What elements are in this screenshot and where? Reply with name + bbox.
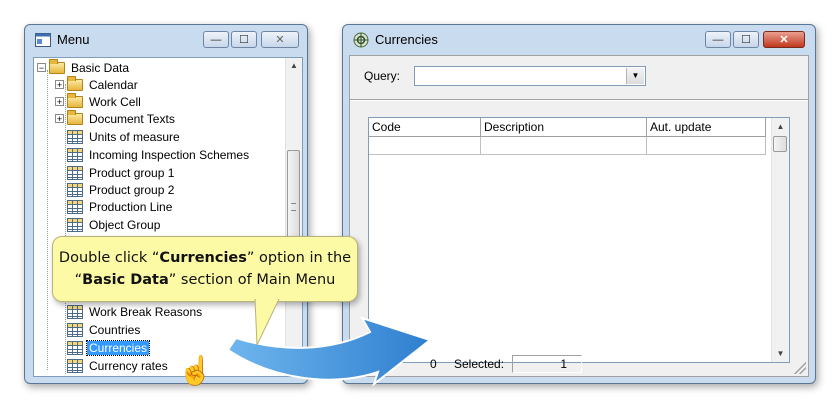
- grid-cell[interactable]: [369, 137, 481, 155]
- tree-item-label: Currencies: [85, 339, 151, 356]
- column-header-aut-update[interactable]: Aut. update: [647, 118, 766, 137]
- record-count: 0: [430, 357, 437, 371]
- scroll-down-icon[interactable]: ▼: [286, 360, 302, 376]
- hand-cursor-icon: ☝: [178, 355, 213, 386]
- tree-item-label: Object Group: [89, 217, 161, 232]
- callout-text: ” option in the: [246, 250, 352, 266]
- grid-cell[interactable]: [481, 137, 647, 155]
- resize-grip-icon[interactable]: [794, 362, 806, 374]
- tree-item-label: Countries: [89, 322, 141, 337]
- tree-item-object-group[interactable]: Object Group: [67, 216, 162, 233]
- tree-item-countries[interactable]: Countries: [67, 321, 142, 338]
- query-dropdown[interactable]: ▼: [414, 66, 646, 86]
- currencies-body: Query: ▼ Code Description Aut. update ▲ …: [349, 55, 809, 377]
- tree-item-label: Currency rates: [89, 358, 168, 373]
- tree-item-product-group-2[interactable]: Product group 2: [67, 181, 176, 198]
- divider: [350, 99, 808, 101]
- folder-open-icon: [49, 58, 65, 74]
- folder-icon: [67, 75, 83, 91]
- folder-icon: [67, 109, 83, 125]
- tree-item-incoming-inspection-schemes[interactable]: Incoming Inspection Schemes: [67, 146, 251, 163]
- tree-item-currency-rates[interactable]: Currency rates: [67, 357, 170, 374]
- currencies-window: Currencies — ☐ ✕ Query: ▼ Code Descripti…: [342, 24, 816, 384]
- column-header-description[interactable]: Description: [481, 118, 647, 137]
- tree-item-label: Work Break Reasons: [89, 304, 203, 319]
- table-icon: [67, 304, 83, 319]
- tree-item-work-cell[interactable]: + Work Cell: [55, 92, 143, 110]
- minimize-button[interactable]: —: [705, 31, 731, 48]
- minimize-icon: —: [210, 33, 222, 46]
- collapse-icon[interactable]: −: [37, 63, 46, 73]
- callout-pointer: [254, 299, 280, 346]
- table-icon: [67, 147, 83, 162]
- maximize-icon: ☐: [239, 34, 249, 46]
- tree-item-label: Document Texts: [89, 111, 175, 126]
- menu-titlebar[interactable]: Menu — ☐ ✕: [25, 25, 307, 53]
- column-header-code[interactable]: Code: [369, 118, 481, 137]
- grid-scrollbar[interactable]: ▲ ▼: [771, 118, 789, 362]
- selected-count: 1: [512, 355, 582, 373]
- query-label: Query:: [364, 69, 401, 83]
- currencies-window-icon: [353, 32, 369, 48]
- minimize-icon: —: [712, 33, 724, 46]
- tree-item-production-line[interactable]: Production Line: [67, 198, 174, 215]
- tree-item-label: Calendar: [89, 77, 138, 92]
- tree-item-work-break-reasons[interactable]: Work Break Reasons: [67, 303, 204, 320]
- tree-item-product-group-1[interactable]: Product group 1: [67, 164, 176, 181]
- tree-item-label: Basic Data: [71, 60, 130, 75]
- close-icon: ✕: [275, 34, 285, 46]
- expand-icon[interactable]: +: [55, 80, 64, 90]
- tree-item-label: Production Line: [89, 199, 173, 214]
- chevron-down-icon[interactable]: ▼: [626, 68, 644, 84]
- instruction-callout: Double click “Currencies” option in the …: [52, 236, 358, 346]
- currencies-titlebar[interactable]: Currencies — ☐ ✕: [343, 25, 815, 53]
- tree-item-label: Work Cell: [89, 94, 141, 109]
- maximize-button[interactable]: ☐: [231, 31, 257, 48]
- expand-icon[interactable]: +: [55, 97, 64, 107]
- tree-item-label: Incoming Inspection Schemes: [89, 147, 250, 162]
- table-icon: [67, 340, 83, 355]
- status-bar: 0 Selected: 1: [350, 352, 808, 376]
- tree-item-label: Units of measure: [89, 129, 180, 144]
- tree-item-label: Product group 2: [89, 182, 175, 197]
- callout-bold-text: Currencies: [159, 250, 247, 266]
- table-icon: [67, 129, 83, 144]
- scroll-thumb[interactable]: [773, 136, 787, 152]
- folder-icon: [67, 92, 83, 108]
- selected-label: Selected:: [454, 357, 505, 371]
- currencies-grid[interactable]: Code Description Aut. update ▲ ▼: [368, 117, 790, 363]
- table-icon: [67, 322, 83, 337]
- callout-bold-text: Basic Data: [82, 272, 169, 288]
- maximize-button[interactable]: ☐: [733, 31, 759, 48]
- minimize-button[interactable]: —: [203, 31, 229, 48]
- callout-line-1: Double click “Currencies” option in the: [53, 247, 357, 269]
- expand-icon[interactable]: +: [55, 114, 64, 124]
- tree-item-basic-data[interactable]: − Basic Data: [37, 58, 131, 76]
- callout-line-2: “Basic Data” section of Main Menu: [53, 269, 357, 291]
- close-button[interactable]: ✕: [763, 31, 805, 48]
- table-icon: [67, 182, 83, 197]
- callout-text: Double click “: [58, 250, 160, 266]
- tree-item-units-of-measure[interactable]: Units of measure: [67, 128, 182, 145]
- table-icon: [67, 165, 83, 180]
- scroll-up-icon[interactable]: ▲: [286, 58, 302, 74]
- tree-item-calendar[interactable]: + Calendar: [55, 75, 140, 93]
- tree-item-currencies[interactable]: Currencies: [67, 339, 151, 356]
- scroll-up-icon[interactable]: ▲: [772, 118, 789, 135]
- currencies-window-title: Currencies: [375, 32, 438, 47]
- close-icon: ✕: [779, 34, 789, 46]
- maximize-icon: ☐: [741, 34, 751, 46]
- callout-text: ” section of Main Menu: [168, 272, 336, 288]
- close-button[interactable]: ✕: [261, 31, 299, 48]
- menu-window-icon: [35, 33, 51, 47]
- grid-cell[interactable]: [647, 137, 766, 155]
- tree-item-label: Product group 1: [89, 165, 175, 180]
- tree-item-document-texts[interactable]: + Document Texts: [55, 109, 177, 127]
- table-icon: [67, 199, 83, 214]
- table-icon: [67, 358, 83, 373]
- table-icon: [67, 217, 83, 232]
- menu-window-title: Menu: [57, 32, 90, 47]
